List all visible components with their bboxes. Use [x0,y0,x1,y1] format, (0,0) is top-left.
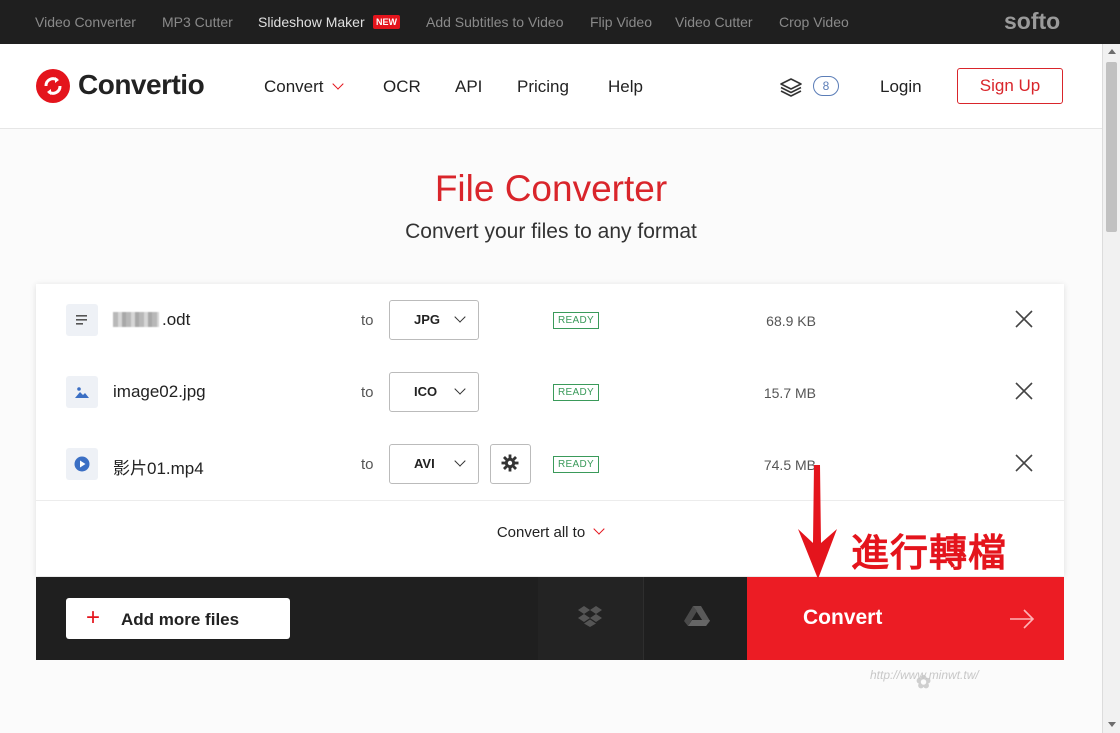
settings-button[interactable] [490,444,531,484]
convert-all-label: Convert all to [496,524,586,541]
convertio-logo-icon[interactable] [36,69,70,103]
nav-ocr[interactable]: OCR [383,77,421,97]
file-size: 15.7 MB [763,385,816,401]
annotation-text: 進行轉檔 [851,533,1008,575]
page-title: File Converter [434,168,668,209]
chevron-down-icon [454,455,466,467]
nav-help[interactable]: Help [608,77,643,97]
nav-pricing[interactable]: Pricing [517,77,569,97]
scrollbar-thumb[interactable] [1106,62,1117,232]
close-icon[interactable] [1015,382,1033,400]
output-format-value: JPG [414,312,441,327]
topbar-link-add-subtitles[interactable]: Add Subtitles to Video [426,14,564,30]
topbar-link-flip-video[interactable]: Flip Video [590,14,652,30]
google-drive-icon [684,606,710,626]
new-badge: NEW [373,15,400,29]
gear-icon [501,454,519,472]
convertio-logo-text[interactable]: Convertio [78,69,205,101]
to-label: to [361,456,374,473]
video-play-icon [66,448,98,480]
softo-brand-logo[interactable]: softo [1004,8,1060,35]
file-name-extension: .odt [162,310,191,329]
output-format-select[interactable]: AVI [389,444,479,484]
file-name: .odt [113,310,190,330]
add-more-files-label: Add more files [121,610,240,629]
topbar-link-crop-video[interactable]: Crop Video [779,14,849,30]
convert-button-label: Convert [803,606,883,629]
file-row: 影片01.mp4 to AVI READY 74.5 MB [36,428,1064,501]
close-icon[interactable] [1015,310,1033,328]
add-more-files-button[interactable]: + Add more files [66,598,290,639]
chevron-down-icon [454,383,466,395]
to-label: to [361,312,374,329]
site-header: Convertio Convert OCR API Pricing Help 8… [0,44,1102,129]
topbar-link-mp3-cutter[interactable]: MP3 Cutter [162,14,233,30]
plus-icon: + [86,604,101,631]
output-format-value: AVI [414,456,435,471]
chevron-down-icon [331,78,344,90]
annotation-arrow-icon [798,465,837,579]
file-size: 68.9 KB [766,313,816,329]
arrow-right-icon [1010,609,1035,629]
topbar-link-slideshow-maker[interactable]: Slideshow Maker [258,14,365,30]
layers-icon[interactable] [779,77,803,102]
top-navigation-bar: Video Converter MP3 Cutter Slideshow Mak… [0,0,1120,44]
nav-convert-label: Convert [264,77,324,96]
google-drive-button[interactable] [643,577,749,660]
image-icon [66,376,98,408]
watermark-text: http://www.minwt.tw/ [870,668,979,682]
blurred-filename [113,312,159,327]
login-link[interactable]: Login [880,77,922,97]
status-badge: READY [553,312,599,329]
action-bar: + Add more files Convert [36,577,1064,660]
page-subtitle: Convert your files to any format [405,220,697,243]
file-name: image02.jpg [113,382,206,401]
file-row: .odt to JPG READY 68.9 KB [36,284,1064,357]
close-icon[interactable] [1015,454,1033,472]
chevron-down-icon [593,523,605,535]
topbar-link-video-cutter[interactable]: Video Cutter [675,14,753,30]
chevron-down-icon [454,311,466,323]
output-format-select[interactable]: JPG [389,300,479,340]
file-name: 影片01.mp4 [113,459,204,478]
to-label: to [361,384,374,401]
status-badge: READY [553,384,599,401]
nav-api[interactable]: API [455,77,482,97]
convert-button[interactable]: Convert [747,577,1064,660]
output-format-value: ICO [414,384,438,399]
layers-count-badge[interactable]: 8 [813,76,839,96]
scroll-up-arrow-icon[interactable] [1108,49,1116,54]
nav-convert-dropdown[interactable]: Convert [264,77,344,97]
status-badge: READY [553,456,599,473]
topbar-link-video-converter[interactable]: Video Converter [35,14,136,30]
signup-button[interactable]: Sign Up [957,68,1063,104]
dropbox-icon [578,606,602,627]
output-format-select[interactable]: ICO [389,372,479,412]
dropbox-button[interactable] [538,577,643,660]
scroll-down-arrow-icon[interactable] [1108,722,1116,727]
file-row: image02.jpg to ICO READY 15.7 MB [36,356,1064,429]
document-icon [66,304,98,336]
scrollbar[interactable] [1102,44,1120,733]
